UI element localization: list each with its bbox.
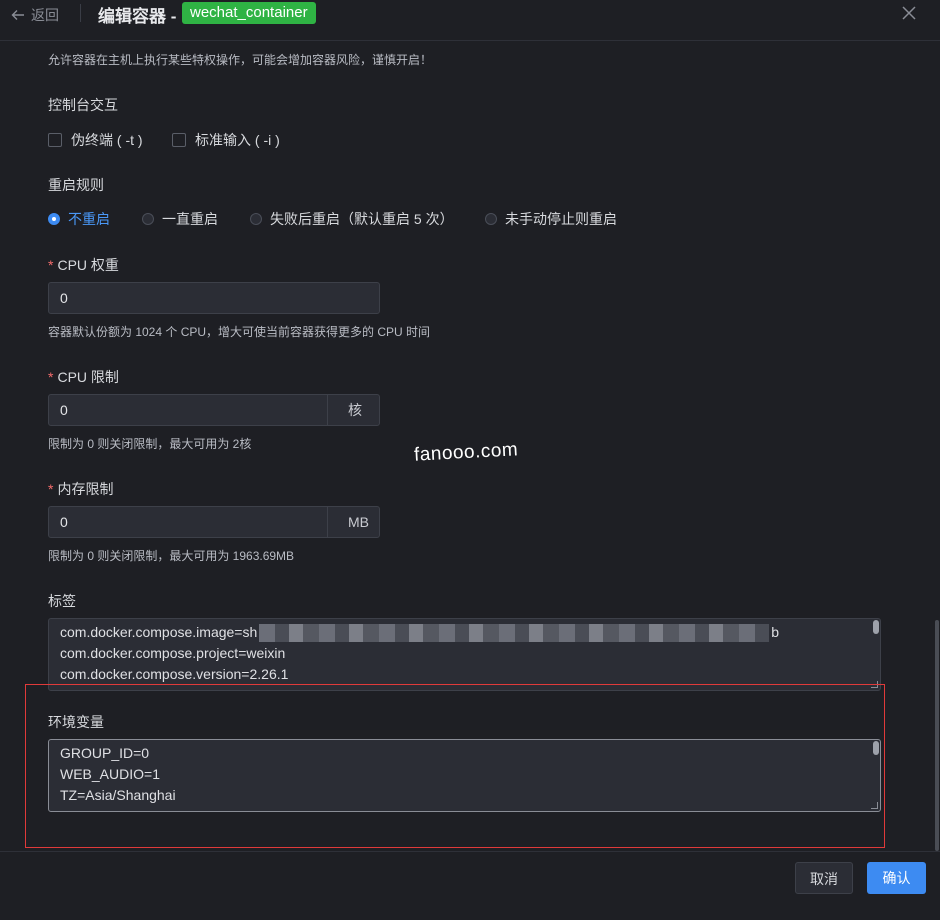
cpu-limit-input[interactable]: 0 bbox=[49, 395, 328, 425]
close-icon[interactable] bbox=[900, 4, 918, 22]
restart-option-label: 未手动停止则重启 bbox=[505, 211, 617, 227]
radio-dot bbox=[250, 213, 262, 225]
cpu-limit-label-text: CPU 限制 bbox=[57, 369, 119, 385]
restart-option-on-failure[interactable]: 失败后重启（默认重启 5 次） bbox=[250, 209, 454, 229]
stdin-label: 标准输入 ( -i ) bbox=[195, 132, 280, 148]
radio-dot bbox=[142, 213, 154, 225]
highlight-box bbox=[25, 684, 885, 848]
restart-option-always[interactable]: 一直重启 bbox=[142, 209, 218, 229]
redacted-block bbox=[259, 624, 770, 643]
memory-limit-hint: 限制为 0 则关闭限制，最大可用为 1963.69MB bbox=[48, 549, 295, 563]
cpu-limit-unit: 核 bbox=[348, 402, 362, 418]
dialog-footer: 取消 确认 bbox=[0, 851, 940, 920]
tty-label: 伪终端 ( -t ) bbox=[71, 132, 143, 148]
tty-checkbox[interactable]: 伪终端 ( -t ) bbox=[48, 130, 143, 150]
memory-limit-input-group: 0 MB bbox=[48, 506, 380, 538]
labels-line-text: com.docker.compose.image=sh bbox=[60, 624, 258, 640]
required-mark: * bbox=[48, 257, 54, 273]
labels-textarea[interactable]: com.docker.compose.image=sh b com.docker.… bbox=[48, 618, 881, 691]
page-title: 编辑容器 - bbox=[98, 7, 177, 26]
container-name-badge: wechat_container bbox=[182, 2, 316, 24]
page-scrollbar[interactable] bbox=[935, 620, 939, 851]
memory-limit-label-text: 内存限制 bbox=[57, 481, 114, 497]
confirm-button[interactable]: 确认 bbox=[867, 862, 926, 894]
textarea-scrollbar[interactable] bbox=[873, 620, 879, 634]
labels-line: com.docker.compose.image=sh b bbox=[60, 622, 869, 643]
cancel-button[interactable]: 取消 bbox=[795, 862, 853, 894]
cpu-limit-label: * CPU 限制 bbox=[48, 367, 119, 387]
restart-option-unless-stopped[interactable]: 未手动停止则重启 bbox=[485, 209, 617, 229]
restart-option-label: 失败后重启（默认重启 5 次） bbox=[270, 211, 454, 227]
console-label: 控制台交互 bbox=[48, 97, 118, 113]
labels-line: com.docker.compose.project=weixin bbox=[60, 645, 286, 661]
labels-line-text: b bbox=[771, 624, 780, 640]
arrow-left-icon bbox=[11, 10, 24, 20]
required-mark: * bbox=[48, 481, 54, 497]
radio-dot bbox=[48, 213, 60, 225]
labels-line: com.docker.compose.version=2.26.1 bbox=[60, 666, 289, 682]
cpu-weight-label: * CPU 权重 bbox=[48, 255, 119, 275]
memory-limit-input[interactable]: 0 bbox=[49, 507, 328, 537]
privileged-hint: 允许容器在主机上执行某些特权操作，可能会增加容器风险，谨慎开启！ bbox=[48, 53, 433, 67]
memory-limit-unit: MB bbox=[348, 514, 369, 530]
radio-dot bbox=[485, 213, 497, 225]
cpu-limit-hint: 限制为 0 则关闭限制，最大可用为 2核 bbox=[48, 437, 252, 451]
header-divider bbox=[80, 4, 81, 22]
memory-limit-label: * 内存限制 bbox=[48, 479, 113, 499]
restart-option-label: 不重启 bbox=[68, 211, 110, 227]
stdin-checkbox[interactable]: 标准输入 ( -i ) bbox=[172, 130, 280, 150]
cpu-weight-input[interactable]: 0 bbox=[48, 282, 380, 314]
restart-label: 重启规则 bbox=[48, 177, 104, 193]
cpu-weight-label-text: CPU 权重 bbox=[57, 257, 119, 273]
back-label: 返回 bbox=[31, 7, 59, 23]
dialog-header: 返回 编辑容器 - wechat_container bbox=[0, 0, 940, 41]
cpu-weight-hint: 容器默认份额为 1024 个 CPU，增大可使当前容器获得更多的 CPU 时间 bbox=[48, 325, 431, 339]
restart-option-no[interactable]: 不重启 bbox=[48, 209, 110, 229]
required-mark: * bbox=[48, 369, 54, 385]
checkbox-box bbox=[172, 133, 186, 147]
labels-label: 标签 bbox=[48, 593, 76, 609]
restart-option-label: 一直重启 bbox=[162, 211, 218, 227]
checkbox-box bbox=[48, 133, 62, 147]
back-button[interactable]: 返回 bbox=[11, 5, 59, 25]
cpu-limit-input-group: 0 核 bbox=[48, 394, 380, 426]
